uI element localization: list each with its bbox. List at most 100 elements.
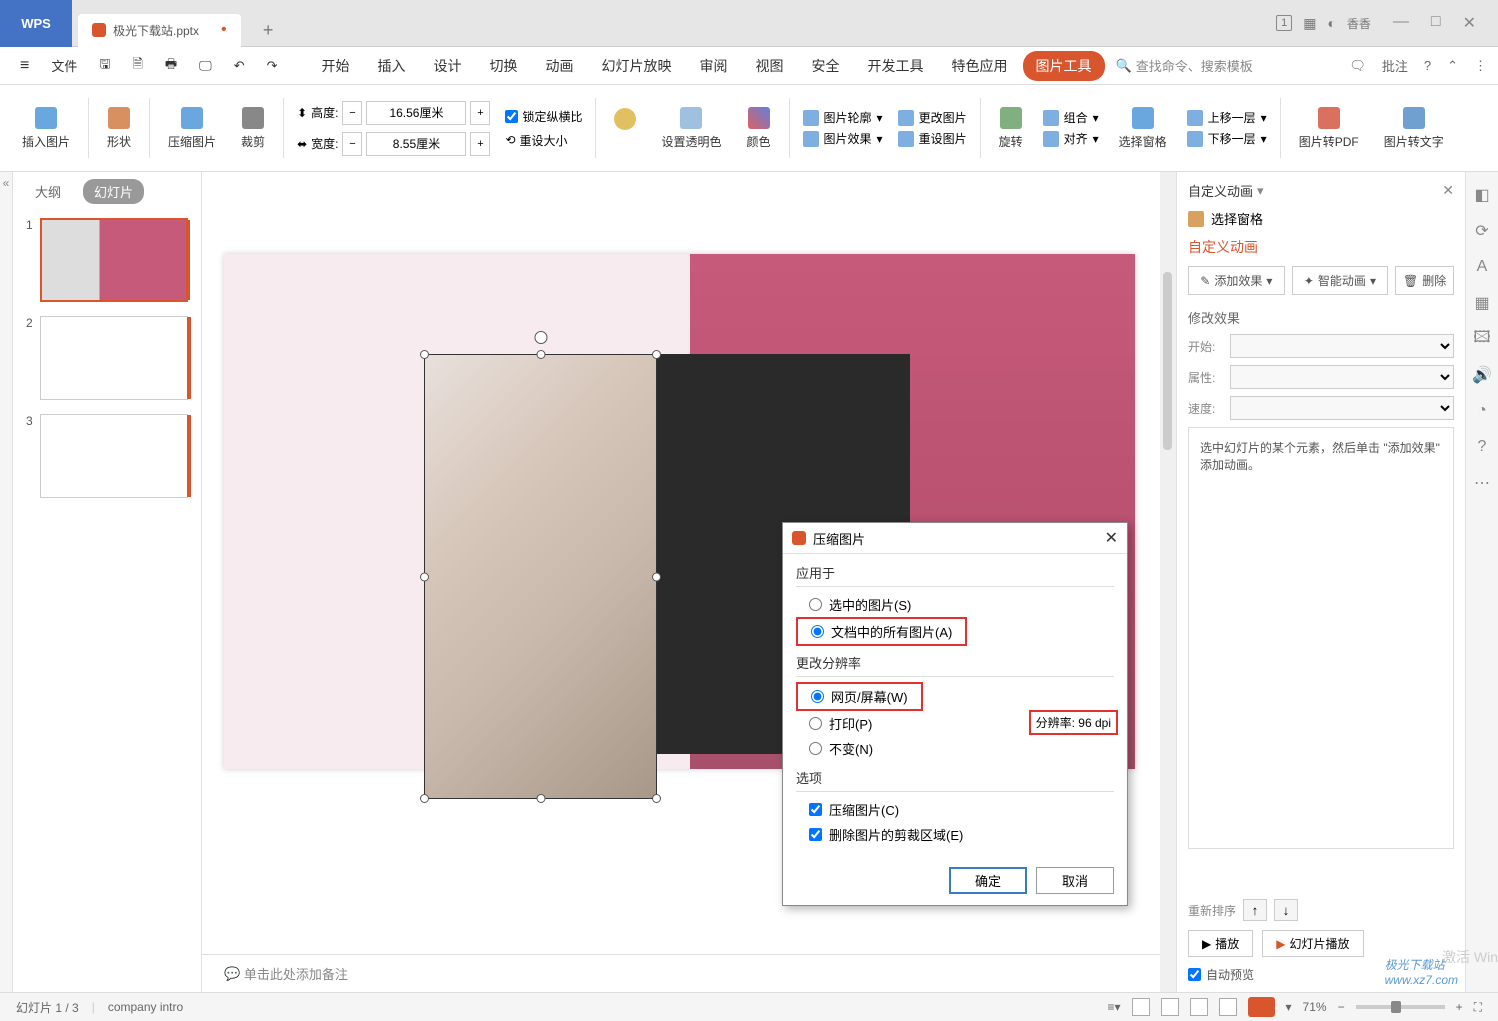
slides-tab[interactable]: 幻灯片 xyxy=(83,179,144,204)
delete-button[interactable]: 🗑删除 xyxy=(1395,266,1454,295)
resize-handle-w[interactable] xyxy=(420,572,429,581)
collapse-panel-button[interactable]: « xyxy=(0,172,13,992)
tab-design[interactable]: 设计 xyxy=(421,51,475,81)
speed-select[interactable] xyxy=(1230,396,1454,420)
layers-icon[interactable]: ▦ xyxy=(1472,293,1492,313)
resize-handle-e[interactable] xyxy=(652,572,661,581)
close-icon[interactable]: ✕ xyxy=(1463,13,1476,33)
undo-icon[interactable]: ↶ xyxy=(225,54,254,78)
brightness-button[interactable] xyxy=(605,89,645,167)
menu-icon[interactable]: ≡▾ xyxy=(1107,1000,1120,1014)
tab-transition[interactable]: 切换 xyxy=(477,51,531,81)
rotate-handle[interactable] xyxy=(534,331,547,344)
notes-area[interactable]: 💬 单击此处添加备注 xyxy=(202,954,1160,992)
smart-animation-button[interactable]: ✦智能动画 ▾ xyxy=(1292,266,1389,295)
lock-ratio-checkbox[interactable]: 锁定纵横比 xyxy=(505,108,582,125)
image-to-pdf-button[interactable]: 图片转PDF xyxy=(1290,89,1368,167)
comments-label[interactable]: 批注 xyxy=(1382,56,1408,75)
radio-all-images[interactable]: 文档中的所有图片(A) xyxy=(796,617,967,646)
resize-handle-nw[interactable] xyxy=(420,350,429,359)
slide-thumb-2[interactable]: 2 xyxy=(13,309,201,407)
reading-view-button[interactable] xyxy=(1190,998,1208,1016)
resize-handle-s[interactable] xyxy=(536,794,545,803)
outline-tab[interactable]: 大纲 xyxy=(24,179,72,204)
tab-start[interactable]: 开始 xyxy=(309,51,363,81)
document-tab[interactable]: 极光下载站.pptx • xyxy=(78,14,241,47)
user-avatar-icon[interactable]: ◐ xyxy=(1327,15,1335,31)
redo-icon[interactable]: ↷ xyxy=(258,54,287,78)
tab-slideshow[interactable]: 幻灯片放映 xyxy=(589,51,685,81)
animation-icon[interactable]: ⟳ xyxy=(1472,221,1492,241)
cancel-button[interactable]: 取消 xyxy=(1036,867,1114,894)
width-increase[interactable]: + xyxy=(470,132,490,156)
tab-animation[interactable]: 动画 xyxy=(533,51,587,81)
resize-handle-n[interactable] xyxy=(536,350,545,359)
resize-handle-sw[interactable] xyxy=(420,794,429,803)
zoom-in-button[interactable]: + xyxy=(1456,1000,1463,1014)
comments-icon[interactable]: 🗨 xyxy=(1349,58,1366,74)
tab-security[interactable]: 安全 xyxy=(799,51,853,81)
selected-image[interactable] xyxy=(424,354,657,799)
property-select[interactable] xyxy=(1230,365,1454,389)
width-decrease[interactable]: − xyxy=(342,132,362,156)
radio-selected-images[interactable]: 选中的图片(S) xyxy=(796,592,1114,617)
selection-pane-button[interactable]: 选择窗格 xyxy=(1110,89,1176,167)
zoom-out-button[interactable]: − xyxy=(1338,1000,1345,1014)
move-down-button[interactable]: ↓ xyxy=(1274,899,1298,921)
send-backward-button[interactable]: 下移一层 ▾ xyxy=(1187,130,1267,147)
tab-view[interactable]: 视图 xyxy=(743,51,797,81)
picture-outline-button[interactable]: 图片轮廓 ▾ xyxy=(803,109,883,126)
style-icon[interactable]: ◧ xyxy=(1472,185,1492,205)
move-up-button[interactable]: ↑ xyxy=(1243,899,1267,921)
tab-picture-tools[interactable]: 图片工具 xyxy=(1023,51,1105,81)
tab-devtools[interactable]: 开发工具 xyxy=(855,51,937,81)
save-icon[interactable]: 🖫 xyxy=(90,51,119,81)
height-increase[interactable]: + xyxy=(470,101,490,125)
print-preview-icon[interactable]: 🖵 xyxy=(190,54,221,78)
resize-handle-se[interactable] xyxy=(652,794,661,803)
reset-size-button[interactable]: ⟲ 重设大小 xyxy=(505,132,582,149)
ok-button[interactable]: 确定 xyxy=(949,867,1027,894)
picture-effect-button[interactable]: 图片效果 ▾ xyxy=(803,130,883,147)
more-icon[interactable]: ⋯ xyxy=(1472,473,1492,493)
text-icon[interactable]: A xyxy=(1472,257,1492,277)
checkbox-compress[interactable]: 压缩图片(C) xyxy=(796,797,1114,822)
checkbox-delete-crop[interactable]: 删除图片的剪裁区域(E) xyxy=(796,822,1114,847)
height-decrease[interactable]: − xyxy=(342,101,362,125)
rotate-button[interactable]: 旋转 xyxy=(990,89,1032,167)
wps-logo[interactable]: WPS xyxy=(0,0,72,47)
help-icon[interactable]: ? xyxy=(1472,437,1492,457)
add-tab-button[interactable]: + xyxy=(252,14,285,47)
radio-no-change[interactable]: 不变(N) xyxy=(796,736,1114,761)
image-to-text-button[interactable]: 图片转文字 xyxy=(1375,89,1453,167)
slideshow-play-button[interactable]: ▶幻灯片播放 xyxy=(1262,930,1363,957)
transparent-color-button[interactable]: 设置透明色 xyxy=(652,89,730,167)
slideshow-button[interactable] xyxy=(1248,997,1275,1017)
tab-review[interactable]: 审阅 xyxy=(687,51,741,81)
tab-insert[interactable]: 插入 xyxy=(365,51,419,81)
color-button[interactable]: 颜色 xyxy=(738,89,780,167)
canvas-area[interactable]: 压缩图片 ✕ 应用于 选中的图片(S) 文档中的所有图片(A) 更改分辨率 网页… xyxy=(202,172,1176,992)
print-icon[interactable]: 🖶 xyxy=(156,51,186,81)
play-dropdown[interactable]: ▾ xyxy=(1286,1000,1292,1014)
help-icon[interactable]: ? xyxy=(1424,58,1431,73)
start-select[interactable] xyxy=(1230,334,1454,358)
group-button[interactable]: 组合 ▾ xyxy=(1043,109,1099,126)
normal-view-button[interactable] xyxy=(1132,998,1150,1016)
dialog-close-button[interactable]: ✕ xyxy=(1105,528,1118,548)
play-button[interactable]: ▶播放 xyxy=(1188,930,1253,957)
menu-more-icon[interactable]: ⋮ xyxy=(1474,58,1487,74)
bring-forward-button[interactable]: 上移一层 ▾ xyxy=(1187,109,1267,126)
selection-pane-link[interactable]: 选择窗格 xyxy=(1188,209,1454,228)
slide-thumb-3[interactable]: 3 xyxy=(13,407,201,505)
fit-button[interactable]: ⛶ xyxy=(1474,1000,1482,1015)
shape-button[interactable]: 形状 xyxy=(98,89,140,167)
vertical-scrollbar[interactable] xyxy=(1160,172,1176,992)
grid-icon[interactable]: ▦ xyxy=(1303,15,1316,32)
zoom-value[interactable]: 71% xyxy=(1303,1000,1327,1014)
file-menu[interactable]: 文件 xyxy=(42,52,86,79)
resize-handle-ne[interactable] xyxy=(652,350,661,359)
align-button[interactable]: 对齐 ▾ xyxy=(1043,130,1099,147)
search-box[interactable]: 🔍 查找命令、搜索模板 xyxy=(1116,56,1253,75)
slide-thumb-1[interactable]: 1 xyxy=(13,211,201,309)
